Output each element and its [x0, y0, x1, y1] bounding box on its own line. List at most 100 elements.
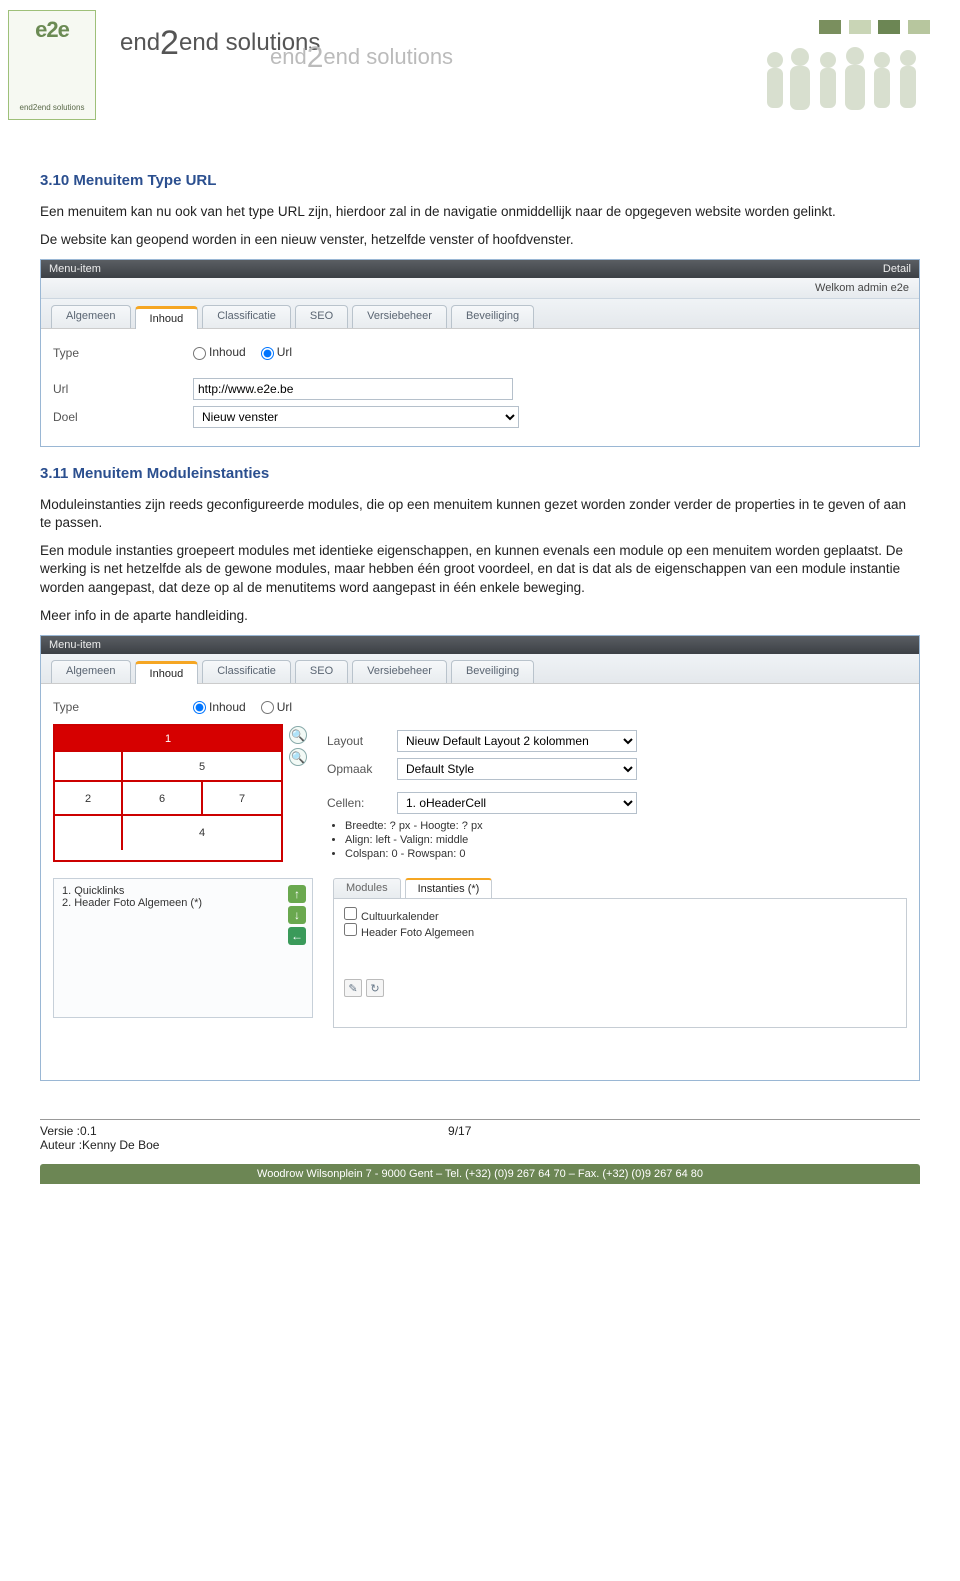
sel-item-2[interactable]: 2. Header Foto Algemeen (*)	[62, 897, 304, 909]
screenshot-moduleinstanties: Menu-item Algemeen Inhoud Classificatie …	[40, 635, 920, 1081]
cellen-label: Cellen:	[327, 796, 397, 810]
url-input[interactable]	[193, 378, 513, 400]
instance-chk-1[interactable]	[344, 907, 357, 920]
tab-classificatie[interactable]: Classificatie	[202, 305, 291, 328]
logo-text-top: e2e	[9, 17, 95, 43]
tab-inhoud[interactable]: Inhoud	[135, 306, 199, 329]
panel1-title-right: Detail	[883, 263, 911, 275]
instances-panel: Modules Instanties (*) Cultuurkalender H…	[333, 878, 907, 1028]
cell-7[interactable]: 7	[203, 782, 281, 814]
box-1	[819, 20, 841, 34]
screenshot-menuitem-url: Menu-item Detail Welkom admin e2e Algeme…	[40, 259, 920, 446]
radio2-url-label[interactable]: Url	[261, 700, 292, 714]
tab-seo[interactable]: SEO	[295, 305, 348, 328]
radio-url-text: Url	[277, 345, 292, 359]
para-3-11-b: Een module instanties groepeert modules …	[40, 542, 920, 597]
heading-3-10: 3.10 Menuitem Type URL	[40, 172, 920, 189]
instance-chk-2[interactable]	[344, 923, 357, 936]
para-3-10-b: De website kan geopend worden in een nie…	[40, 231, 920, 249]
cell-2-upper[interactable]	[55, 752, 123, 780]
radio-inhoud-text: Inhoud	[209, 345, 246, 359]
move-up-icon[interactable]: ↑	[288, 885, 306, 903]
lower-panels: 1. Quicklinks 2. Header Foto Algemeen (*…	[53, 878, 907, 1028]
brand2-a: end	[270, 44, 307, 69]
move-back-icon[interactable]: ←	[288, 927, 306, 945]
tab2-algemeen[interactable]: Algemeen	[51, 660, 131, 683]
brand-watermark-2: end2end solutions	[270, 38, 453, 72]
cell-4[interactable]: 4	[123, 816, 281, 850]
people-silhouette	[760, 42, 930, 112]
tab2-seo[interactable]: SEO	[295, 660, 348, 683]
page-footer: Versie :0.1 Auteur :Kenny De Boe 9/17 Wo…	[0, 1109, 960, 1184]
footer-address-bar: Woodrow Wilsonplein 7 - 9000 Gent – Tel.…	[40, 1164, 920, 1184]
para-3-10-a: Een menuitem kan nu ook van het type URL…	[40, 203, 920, 221]
panel2-tabs: Algemeen Inhoud Classificatie SEO Versie…	[41, 654, 919, 684]
radio2-url-text: Url	[277, 700, 292, 714]
doel-label: Doel	[53, 410, 193, 424]
brand1-b: 2	[160, 24, 179, 62]
page-header: e2e end2end solutions end2end solutions …	[0, 0, 960, 140]
cell-1[interactable]: 1	[55, 726, 281, 752]
zoom-in-icon[interactable]: 🔍	[289, 726, 307, 744]
type2-label: Type	[53, 700, 193, 714]
tab-beveiliging[interactable]: Beveiliging	[451, 305, 534, 328]
instance-row-1[interactable]: Cultuurkalender	[344, 907, 896, 923]
brand2-c: end solutions	[323, 44, 453, 69]
radio2-inhoud-label[interactable]: Inhoud	[193, 700, 246, 714]
cellen-select[interactable]: 1. oHeaderCell	[397, 792, 637, 814]
para-3-11-c: Meer info in de aparte handleiding.	[40, 607, 920, 625]
sel-item-1[interactable]: 1. Quicklinks	[62, 885, 304, 897]
radio-inhoud[interactable]	[193, 347, 206, 360]
cell-2-lower[interactable]	[55, 816, 123, 850]
tab2-classificatie[interactable]: Classificatie	[202, 660, 291, 683]
grid-zoom-icons: 🔍 🔍	[289, 724, 307, 862]
layout-cell-grid[interactable]: 1 5 2 6 7 4	[53, 724, 283, 862]
panel1-titlebar: Menu-item Detail	[41, 260, 919, 278]
tab-versiebeheer[interactable]: Versiebeheer	[352, 305, 447, 328]
subtab-modules[interactable]: Modules	[333, 878, 401, 898]
tab2-beveiliging[interactable]: Beveiliging	[451, 660, 534, 683]
edit-icon[interactable]: ✎	[344, 979, 362, 997]
opmaak-select[interactable]: Default Style	[397, 758, 637, 780]
bullet-3: Colspan: 0 - Rowspan: 0	[345, 848, 637, 860]
reorder-buttons: ↑ ↓ ←	[288, 885, 306, 945]
cell-6[interactable]: 6	[123, 782, 203, 814]
bullet-1: Breedte: ? px - Hoogte: ? px	[345, 820, 637, 832]
tab2-versiebeheer[interactable]: Versiebeheer	[352, 660, 447, 683]
cell-props-list: Breedte: ? px - Hoogte: ? px Align: left…	[345, 820, 637, 860]
radio2-url[interactable]	[261, 701, 274, 714]
brand1-a: end	[120, 29, 160, 56]
cell-5[interactable]: 5	[123, 752, 281, 780]
auteur-value: Kenny De Boe	[82, 1138, 159, 1152]
page-number: 9/17	[448, 1124, 471, 1138]
panel1-tabs: Algemeen Inhoud Classificatie SEO Versie…	[41, 299, 919, 329]
box-4	[908, 20, 930, 34]
bullet-2: Align: left - Valign: middle	[345, 834, 637, 846]
radio-url[interactable]	[261, 347, 274, 360]
subtab-instanties[interactable]: Instanties (*)	[405, 878, 493, 898]
logo-box: e2e end2end solutions	[8, 10, 96, 120]
radio-inhoud-label[interactable]: Inhoud	[193, 345, 246, 359]
cell-2[interactable]: 2	[55, 782, 123, 814]
instances-list: Cultuurkalender Header Foto Algemeen ✎ ↻	[333, 898, 907, 1028]
layout-select[interactable]: Nieuw Default Layout 2 kolommen	[397, 730, 637, 752]
doel-select[interactable]: Nieuw venster	[193, 406, 519, 428]
tab2-inhoud[interactable]: Inhoud	[135, 661, 199, 684]
brand2-b: 2	[307, 41, 324, 74]
auteur-label: Auteur :	[40, 1138, 82, 1152]
tab-algemeen[interactable]: Algemeen	[51, 305, 131, 328]
instance-row-2[interactable]: Header Foto Algemeen	[344, 923, 896, 939]
type2-radio-group: Inhoud Url	[193, 700, 304, 714]
move-down-icon[interactable]: ↓	[288, 906, 306, 924]
radio2-inhoud-text: Inhoud	[209, 700, 246, 714]
refresh-icon[interactable]: ↻	[366, 979, 384, 997]
zoom-reset-icon[interactable]: 🔍	[289, 748, 307, 766]
opmaak-label: Opmaak	[327, 762, 397, 776]
radio-url-label[interactable]: Url	[261, 345, 292, 359]
panel2-titlebar: Menu-item	[41, 636, 919, 654]
layout-area: 1 5 2 6 7 4	[53, 724, 907, 862]
radio2-inhoud[interactable]	[193, 701, 206, 714]
document-body: 3.10 Menuitem Type URL Een menuitem kan …	[0, 140, 960, 1109]
type-label: Type	[53, 346, 193, 360]
type-radio-group: Inhoud Url	[193, 345, 304, 359]
